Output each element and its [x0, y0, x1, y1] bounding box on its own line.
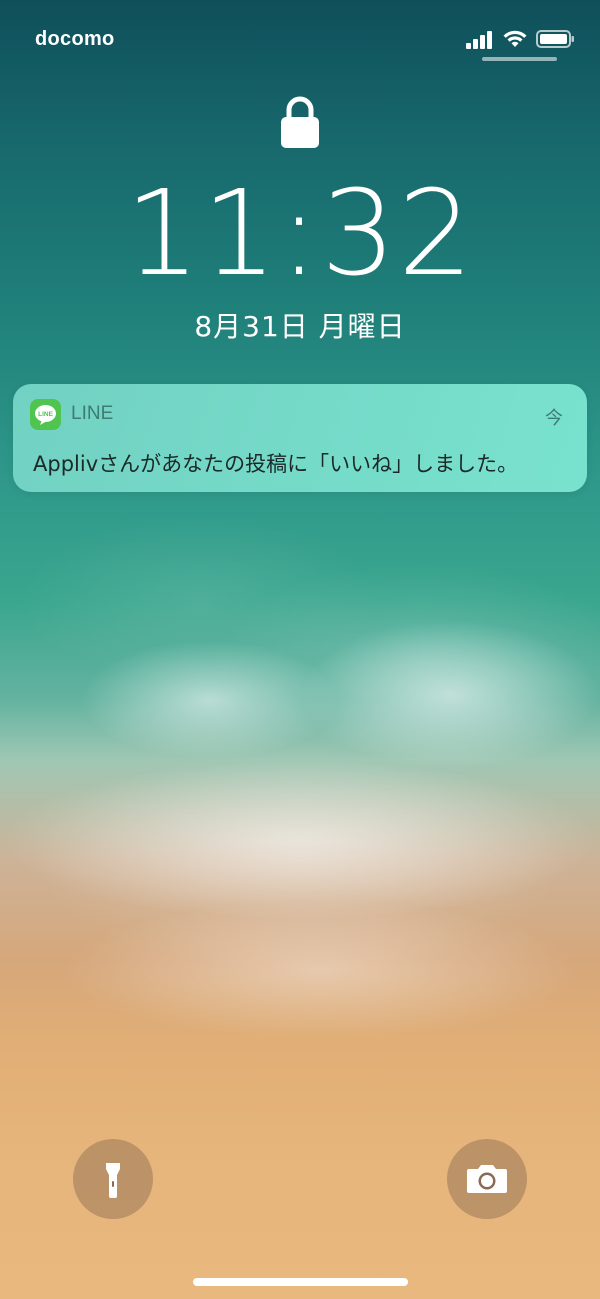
camera-icon	[467, 1165, 507, 1193]
flashlight-icon	[106, 1163, 120, 1198]
wave-foam	[60, 900, 580, 1040]
wave-foam	[0, 760, 600, 920]
clock-date: 8月31日 月曜日	[194, 310, 406, 343]
status-icons	[466, 28, 576, 50]
battery-icon	[536, 30, 574, 48]
wave-foam	[80, 640, 340, 760]
lock-icon	[281, 96, 319, 148]
notification-app-name: LINE	[71, 403, 114, 424]
status-bar: docomo	[0, 22, 600, 56]
control-center-indicator[interactable]	[482, 57, 557, 61]
notification-message: Applivさんがあなたの投稿に「いいね」しました。	[33, 452, 519, 476]
cellular-signal-icon	[466, 31, 492, 49]
line-notification[interactable]: LINE LINE 今 Applivさんがあなたの投稿に「いいね」しました。	[13, 384, 587, 492]
line-app-icon: LINE	[30, 399, 61, 430]
line-icon-text: LINE	[38, 411, 53, 418]
lock-screen: docomo 11:32 8月31日 月曜日 LINE LINE 今 Appli…	[0, 0, 600, 1299]
carrier-name: docomo	[35, 28, 115, 50]
notification-time: 今	[545, 408, 563, 429]
wave-foam	[300, 620, 600, 770]
home-indicator[interactable]	[193, 1278, 408, 1286]
camera-button[interactable]	[447, 1139, 527, 1219]
clock-time: 11:32	[124, 164, 476, 302]
wifi-icon	[503, 30, 527, 47]
flashlight-button[interactable]	[73, 1139, 153, 1219]
